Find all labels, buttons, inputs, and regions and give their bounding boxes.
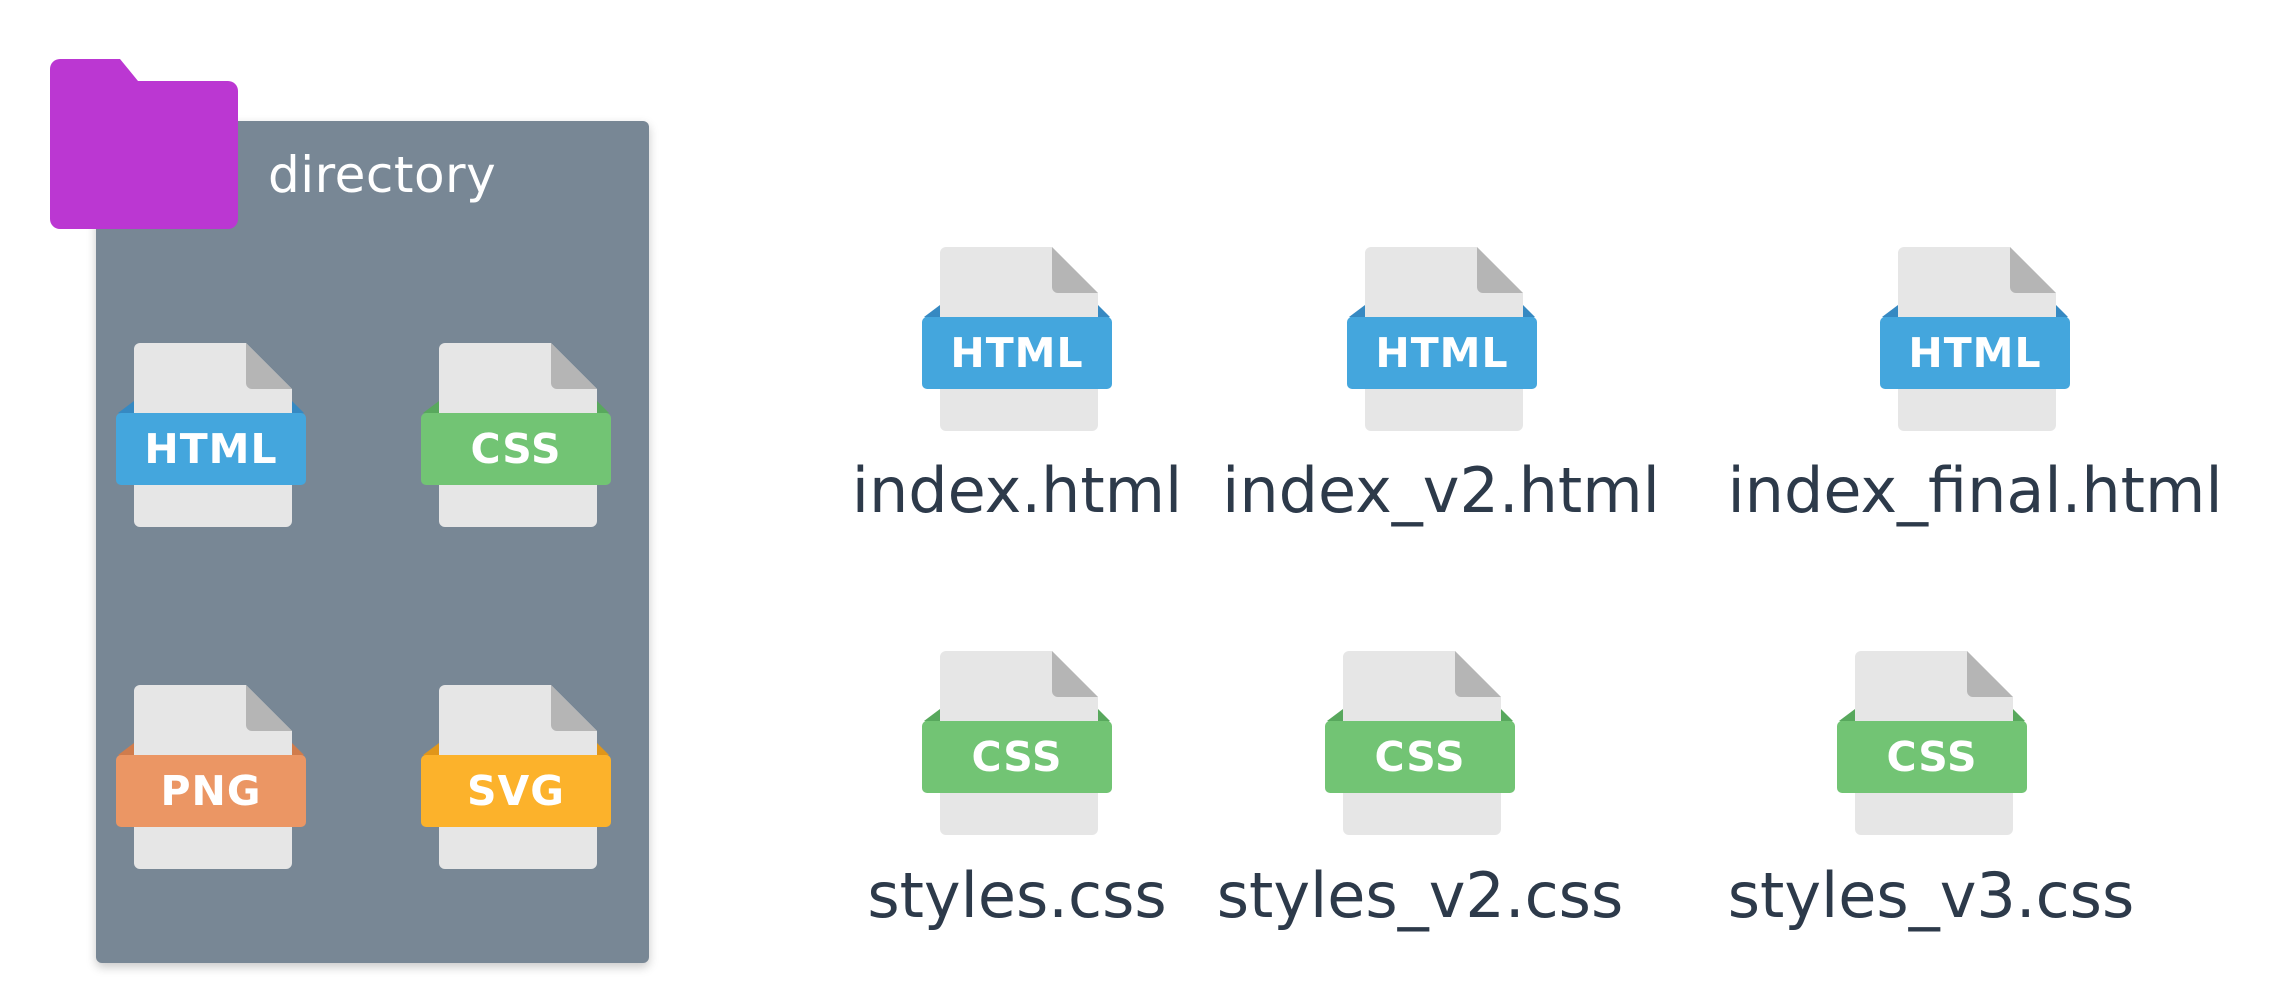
dir-file-css-icon[interactable]: CSS: [421, 339, 611, 529]
file-type-label: SVG: [467, 767, 565, 815]
file-type-label: CSS: [1374, 733, 1466, 781]
file-type-label: HTML: [950, 329, 1084, 377]
folder-icon[interactable]: [50, 59, 238, 229]
file-name-index-html[interactable]: index.html: [852, 460, 1183, 522]
file-index-final-html-icon[interactable]: HTML: [1880, 243, 2070, 433]
dir-file-png-icon[interactable]: PNG: [116, 681, 306, 871]
file-index-v2-html-icon[interactable]: HTML: [1347, 243, 1537, 433]
file-type-label: HTML: [1375, 329, 1509, 377]
file-name-styles-v2-css[interactable]: styles_v2.css: [1217, 865, 1624, 927]
directory-label: directory: [268, 146, 497, 204]
file-type-label: CSS: [1886, 733, 1978, 781]
file-type-label: HTML: [144, 425, 278, 473]
file-type-label: CSS: [470, 425, 562, 473]
file-styles-v3-css-icon[interactable]: CSS: [1837, 647, 2027, 837]
dir-file-svg-icon[interactable]: SVG: [421, 681, 611, 871]
file-name-index-final-html[interactable]: index_final.html: [1727, 460, 2222, 522]
file-type-label: CSS: [971, 733, 1063, 781]
file-type-label: HTML: [1908, 329, 2042, 377]
file-type-label: PNG: [160, 767, 262, 815]
dir-file-html-icon[interactable]: HTML: [116, 339, 306, 529]
file-styles-css-icon[interactable]: CSS: [922, 647, 1112, 837]
file-name-styles-css[interactable]: styles.css: [867, 865, 1166, 927]
file-styles-v2-css-icon[interactable]: CSS: [1325, 647, 1515, 837]
file-name-styles-v3-css[interactable]: styles_v3.css: [1728, 865, 2135, 927]
file-name-index-v2-html[interactable]: index_v2.html: [1222, 460, 1660, 522]
file-index-html-icon[interactable]: HTML: [922, 243, 1112, 433]
